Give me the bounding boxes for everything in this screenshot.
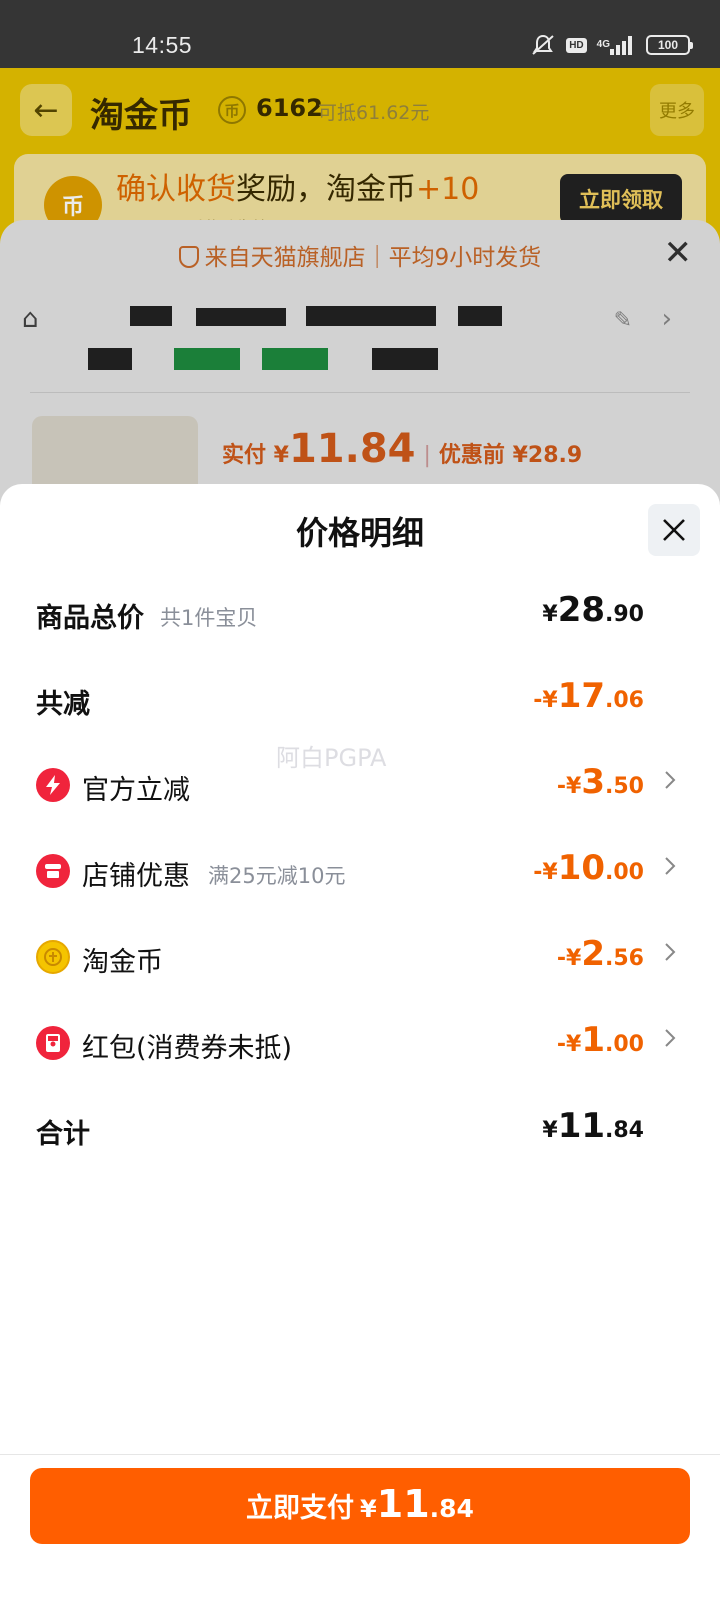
row-sub: 满25元减10元 — [208, 864, 346, 888]
row-amount: -¥2.56 — [556, 934, 644, 974]
red-packet-icon — [36, 1026, 70, 1060]
row-goods-total: 商品总价 共1件宝贝 ¥28.90 — [0, 584, 720, 644]
row-label: 店铺优惠 — [82, 861, 190, 892]
row-sub: 共1件宝贝 — [160, 606, 258, 630]
row-grand-total: 合计 ¥11.84 — [0, 1100, 720, 1160]
chevron-right-icon — [664, 856, 676, 880]
row-label: 官方立减 — [82, 775, 190, 806]
close-icon — [663, 519, 685, 541]
row-label: 淘金币 — [82, 947, 163, 978]
row-amount: -¥10.00 — [533, 848, 644, 888]
lightning-icon — [36, 768, 70, 802]
row-label: 商品总价 — [36, 603, 144, 634]
row-amount: -¥17.06 — [533, 676, 644, 716]
row-label: 合计 — [36, 1119, 90, 1150]
row-red-packet[interactable]: 红包(消费券未抵) -¥1.00 — [0, 1014, 720, 1074]
price-detail-sheet: 价格明细 阿白PGPA 商品总价 共1件宝贝 ¥28.90 共减 -¥17.06… — [0, 484, 720, 1600]
row-taobao-coins[interactable]: 淘金币 -¥2.56 — [0, 928, 720, 988]
pay-now-button[interactable]: 立即支付 ¥11.84 — [30, 1468, 690, 1544]
row-amount: ¥11.84 — [542, 1106, 644, 1146]
row-store-discount[interactable]: 店铺优惠 满25元减10元 -¥10.00 — [0, 842, 720, 902]
row-amount: -¥1.00 — [556, 1020, 644, 1060]
row-amount: ¥28.90 — [542, 590, 644, 630]
row-official-discount[interactable]: 官方立减 -¥3.50 — [0, 756, 720, 816]
close-button[interactable] — [648, 504, 700, 556]
chevron-right-icon — [664, 770, 676, 794]
sheet-title: 价格明细 — [295, 514, 424, 552]
row-label: 红包(消费券未抵) — [82, 1033, 293, 1064]
row-total-discount: 共减 -¥17.06 — [0, 670, 720, 730]
row-label: 共减 — [36, 689, 90, 720]
row-amount: -¥3.50 — [556, 762, 644, 802]
chevron-right-icon — [664, 942, 676, 966]
store-icon — [36, 854, 70, 888]
chevron-right-icon — [664, 1028, 676, 1052]
coin-icon — [36, 940, 70, 974]
divider — [0, 1454, 720, 1455]
